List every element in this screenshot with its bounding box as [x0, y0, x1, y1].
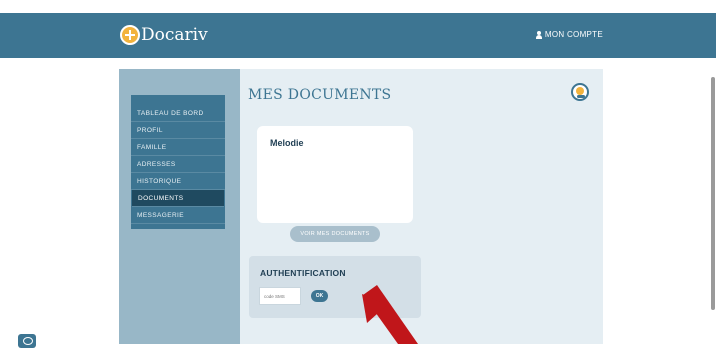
- docariv-logo-icon: [120, 25, 140, 45]
- sidebar-item-messagerie[interactable]: MESSAGERIE: [131, 207, 225, 224]
- red-arrow-annotation: [362, 285, 418, 344]
- main-content: MES DOCUMENTS Melodie VOIR MES DOCUMENTS…: [240, 69, 603, 344]
- auth-title: AUTHENTIFICATION: [260, 268, 346, 278]
- sidebar-item-profil[interactable]: PROFIL: [131, 122, 225, 139]
- sms-code-input[interactable]: [259, 287, 301, 305]
- chat-icon[interactable]: [18, 334, 36, 348]
- page-title: MES DOCUMENTS: [248, 87, 392, 103]
- sidebar-item-tableau-de-bord[interactable]: TABLEAU DE BORD: [131, 105, 225, 122]
- user-icon: [535, 30, 542, 39]
- ok-button[interactable]: OK: [311, 290, 328, 302]
- sidebar-item-famille[interactable]: FAMILLE: [131, 139, 225, 156]
- sidebar-item-historique[interactable]: HISTORIQUE: [131, 173, 225, 190]
- sidebar-menu: TABLEAU DE BORD PROFIL FAMILLE ADRESSES …: [131, 95, 225, 229]
- account-link[interactable]: MON COMPTE: [535, 30, 603, 39]
- scrollbar[interactable]: [711, 77, 715, 310]
- sidebar-item-adresses[interactable]: ADRESSES: [131, 156, 225, 173]
- top-navbar: Docariv MON COMPTE: [0, 13, 716, 58]
- app-logo[interactable]: Docariv: [120, 22, 208, 48]
- document-owner-name: Melodie: [270, 138, 304, 148]
- sidebar-item-documents[interactable]: DOCUMENTS: [132, 190, 224, 207]
- assistant-icon[interactable]: [571, 83, 589, 101]
- logo-text: Docariv: [141, 25, 208, 45]
- view-documents-button[interactable]: VOIR MES DOCUMENTS: [290, 226, 380, 242]
- document-card[interactable]: Melodie: [257, 126, 413, 223]
- account-label: MON COMPTE: [544, 30, 603, 39]
- sidebar: TABLEAU DE BORD PROFIL FAMILLE ADRESSES …: [119, 69, 240, 344]
